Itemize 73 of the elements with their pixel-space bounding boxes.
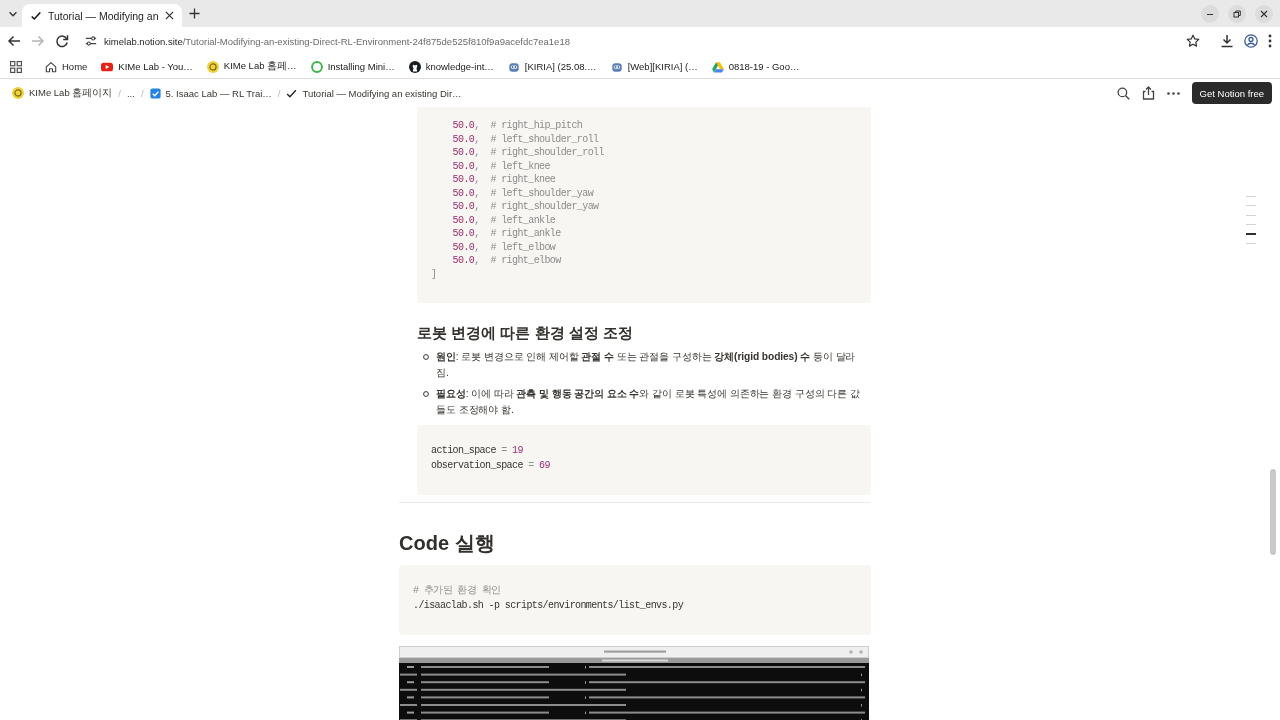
video-play-icon bbox=[101, 60, 114, 73]
breadcrumb-item[interactable]: Tutorial — Modifying an existing Dir… bbox=[286, 87, 462, 99]
reload-icon[interactable] bbox=[55, 34, 69, 48]
bullet-text: 원인: 로봇 변경으로 인해 제어할 관절 수 또는 관절을 구성하는 강체(rigid bodies) 수 등이 달라짐. bbox=[436, 350, 857, 380]
breadcrumb-separator: / bbox=[118, 87, 121, 99]
code-line: 50.0, # left_shoulder_roll bbox=[451, 132, 600, 146]
bookmark-item[interactable]: KIMe Lab - You… bbox=[94, 60, 200, 73]
round-logo-icon bbox=[12, 87, 24, 99]
bookmark-item[interactable]: KIMe Lab 홈페… bbox=[199, 60, 304, 73]
apps-grid-icon[interactable] bbox=[10, 60, 22, 73]
toc-marker[interactable] bbox=[1246, 205, 1256, 207]
bullet-icon bbox=[423, 354, 429, 360]
scrollbar-thumb[interactable] bbox=[1270, 469, 1276, 555]
breadcrumb-item[interactable]: 5. Isaac Lab — RL Trai… bbox=[149, 87, 272, 99]
bookmark-item[interactable]: Installing Mini… bbox=[303, 60, 402, 73]
close-icon[interactable] bbox=[1255, 4, 1273, 23]
search-icon[interactable] bbox=[1116, 86, 1130, 100]
triangle-logo-icon bbox=[711, 60, 724, 73]
code-line: ./isaaclab.sh -p scripts/environments/list_envs.py bbox=[413, 598, 685, 613]
code-line: ] bbox=[431, 267, 438, 281]
silhouette-logo-icon bbox=[408, 60, 421, 73]
toc-marker[interactable] bbox=[1246, 223, 1256, 225]
bookmark-item[interactable]: [KIRIA] (25.08.… bbox=[500, 60, 604, 73]
toc-marker[interactable] bbox=[1246, 233, 1256, 235]
code-line: 50.0, # right_elbow bbox=[451, 254, 562, 268]
code-line: 50.0, # right_shoulder_roll bbox=[451, 146, 605, 160]
bullet-icon bbox=[423, 391, 429, 397]
browser-tab[interactable]: Tutorial — Modifying an bbox=[22, 4, 182, 27]
ring-icon bbox=[310, 60, 323, 73]
code-line: 50.0, # left_shoulder_yaw bbox=[451, 186, 595, 200]
profile-icon[interactable] bbox=[1244, 34, 1258, 48]
back-arrow-icon[interactable] bbox=[7, 34, 21, 48]
code-line: 50.0, # right_knee bbox=[451, 173, 557, 187]
bookmark-item[interactable]: knowledge-int… bbox=[401, 60, 501, 73]
code-line: # 추가된 환경 확인 bbox=[413, 584, 502, 598]
robot-head-icon bbox=[507, 60, 520, 73]
round-logo-icon bbox=[206, 60, 219, 73]
code-line: 50.0, # left_elbow bbox=[451, 240, 557, 254]
home-icon bbox=[45, 60, 57, 73]
code-line: 50.0, # left_ankle bbox=[451, 213, 557, 227]
subsection-heading: 로봇 변경에 따른 환경 설정 조정 bbox=[417, 323, 634, 343]
star-icon[interactable] bbox=[1186, 34, 1200, 48]
toc-marker[interactable] bbox=[1246, 243, 1256, 244]
toc-marker[interactable] bbox=[1246, 196, 1256, 197]
breadcrumb-item[interactable]: KIMe Lab 홈페이지 bbox=[12, 86, 113, 100]
code-line: 50.0, # left_knee bbox=[451, 159, 551, 173]
bookmark-item[interactable]: [Web][KIRIA] (… bbox=[603, 60, 705, 73]
code-line: observation_space = 69 bbox=[431, 458, 551, 473]
bookmark-item[interactable]: 0818-19 - Goo… bbox=[704, 60, 807, 73]
check-icon bbox=[286, 87, 298, 99]
code-line: 50.0, # right_ankle bbox=[451, 227, 562, 241]
bullet-text: 필요성: 이에 따라 관측 및 행동 공간의 요소 수와 같이 로봇 특성에 의존하는 환경 구성의 다른 값들도 조정해야 함. bbox=[436, 387, 861, 417]
robot-head-icon bbox=[610, 60, 623, 73]
code-line: 50.0, # right_hip_pitch bbox=[451, 119, 584, 133]
more-icon[interactable] bbox=[1166, 91, 1180, 95]
checkbox-icon bbox=[149, 87, 161, 99]
check-icon bbox=[30, 9, 42, 22]
section-heading: Code 실행 bbox=[399, 531, 496, 556]
close-icon[interactable] bbox=[165, 11, 174, 20]
breadcrumb-separator: / bbox=[277, 87, 281, 99]
breadcrumb-item[interactable]: ... bbox=[126, 87, 135, 99]
bookmark-item[interactable]: Home bbox=[38, 60, 95, 73]
toc-marker[interactable] bbox=[1246, 214, 1256, 216]
plus-icon[interactable] bbox=[189, 8, 200, 19]
code-line: action_space = 19 bbox=[431, 444, 524, 458]
menu-icon[interactable] bbox=[1268, 34, 1272, 48]
get-notion-button[interactable]: Get Notion free bbox=[1191, 82, 1272, 104]
code-line: 50.0, # right_shoulder_yaw bbox=[451, 200, 600, 214]
share-icon[interactable] bbox=[1141, 86, 1155, 100]
tune-icon[interactable] bbox=[85, 35, 97, 47]
restore-icon[interactable] bbox=[1228, 4, 1246, 23]
download-icon[interactable] bbox=[1220, 34, 1234, 48]
breadcrumb-separator: / bbox=[140, 87, 144, 99]
